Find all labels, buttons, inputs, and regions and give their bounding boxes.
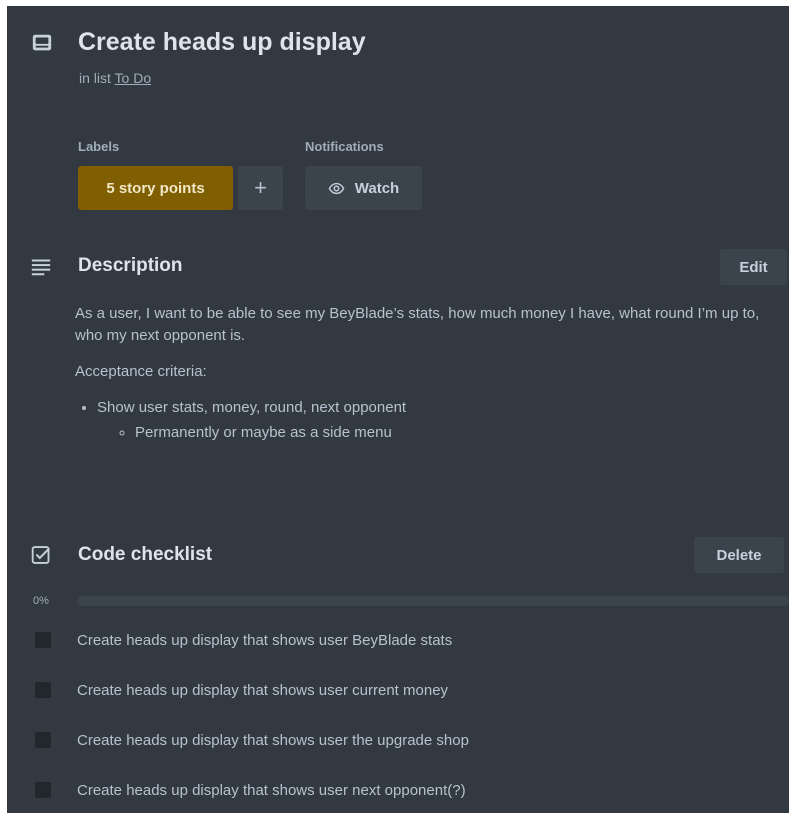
description-paragraph: As a user, I want to be able to see my B…	[75, 305, 760, 344]
checklist-progress-percent: 0%	[33, 595, 49, 607]
eye-icon	[328, 182, 345, 194]
checklist-item-checkbox[interactable]	[35, 682, 51, 698]
labels-heading: Labels	[78, 139, 120, 154]
checklist-item-text[interactable]: Create heads up display that shows user …	[77, 632, 452, 649]
notifications-heading: Notifications	[305, 139, 384, 154]
criteria-item: Show user stats, money, round, next oppo…	[97, 397, 775, 444]
checklist-progress-bar	[77, 596, 789, 606]
edit-description-button[interactable]: Edit	[720, 249, 787, 285]
card-title[interactable]: Create heads up display	[78, 28, 366, 57]
acceptance-criteria-heading: Acceptance criteria:	[75, 363, 207, 380]
add-label-button[interactable]: +	[238, 166, 283, 210]
criteria-list: Show user stats, money, round, next oppo…	[75, 397, 775, 444]
checklist-heading[interactable]: Code checklist	[78, 544, 212, 566]
card-icon	[32, 34, 52, 51]
label-chip[interactable]: 5 story points	[78, 166, 233, 210]
list-breadcrumb: in list To Do	[79, 70, 151, 86]
list-link[interactable]: To Do	[115, 70, 152, 86]
checklist-item-checkbox[interactable]	[35, 782, 51, 798]
criteria-item-text: Show user stats, money, round, next oppo…	[97, 399, 407, 416]
watch-label: Watch	[354, 179, 400, 197]
checklist-item-checkbox[interactable]	[35, 732, 51, 748]
checklist-item-text[interactable]: Create heads up display that shows user …	[77, 782, 466, 799]
checklist-item-text[interactable]: Create heads up display that shows user …	[77, 682, 448, 699]
checklist-item[interactable]: Create heads up display that shows user …	[7, 775, 789, 805]
watch-button[interactable]: Watch	[305, 166, 422, 210]
in-list-prefix: in list	[79, 70, 111, 86]
checklist-item[interactable]: Create heads up display that shows user …	[7, 625, 789, 655]
checkbox-icon	[31, 546, 51, 564]
description-lines-icon	[31, 259, 51, 276]
checklist-item[interactable]: Create heads up display that shows user …	[7, 675, 789, 705]
checklist-item[interactable]: Create heads up display that shows user …	[7, 725, 789, 755]
criteria-sublist: Permanently or maybe as a side menu	[97, 422, 775, 444]
card-detail-panel: Create heads up display in list To Do La…	[7, 6, 789, 813]
plus-icon: +	[254, 175, 267, 200]
checklist-item-text[interactable]: Create heads up display that shows user …	[77, 732, 469, 749]
delete-checklist-button[interactable]: Delete	[694, 537, 784, 573]
criteria-subitem: Permanently or maybe as a side menu	[135, 422, 775, 444]
description-body[interactable]: As a user, I want to be able to see my B…	[75, 303, 775, 444]
checklist-item-checkbox[interactable]	[35, 632, 51, 648]
description-heading: Description	[78, 255, 183, 276]
